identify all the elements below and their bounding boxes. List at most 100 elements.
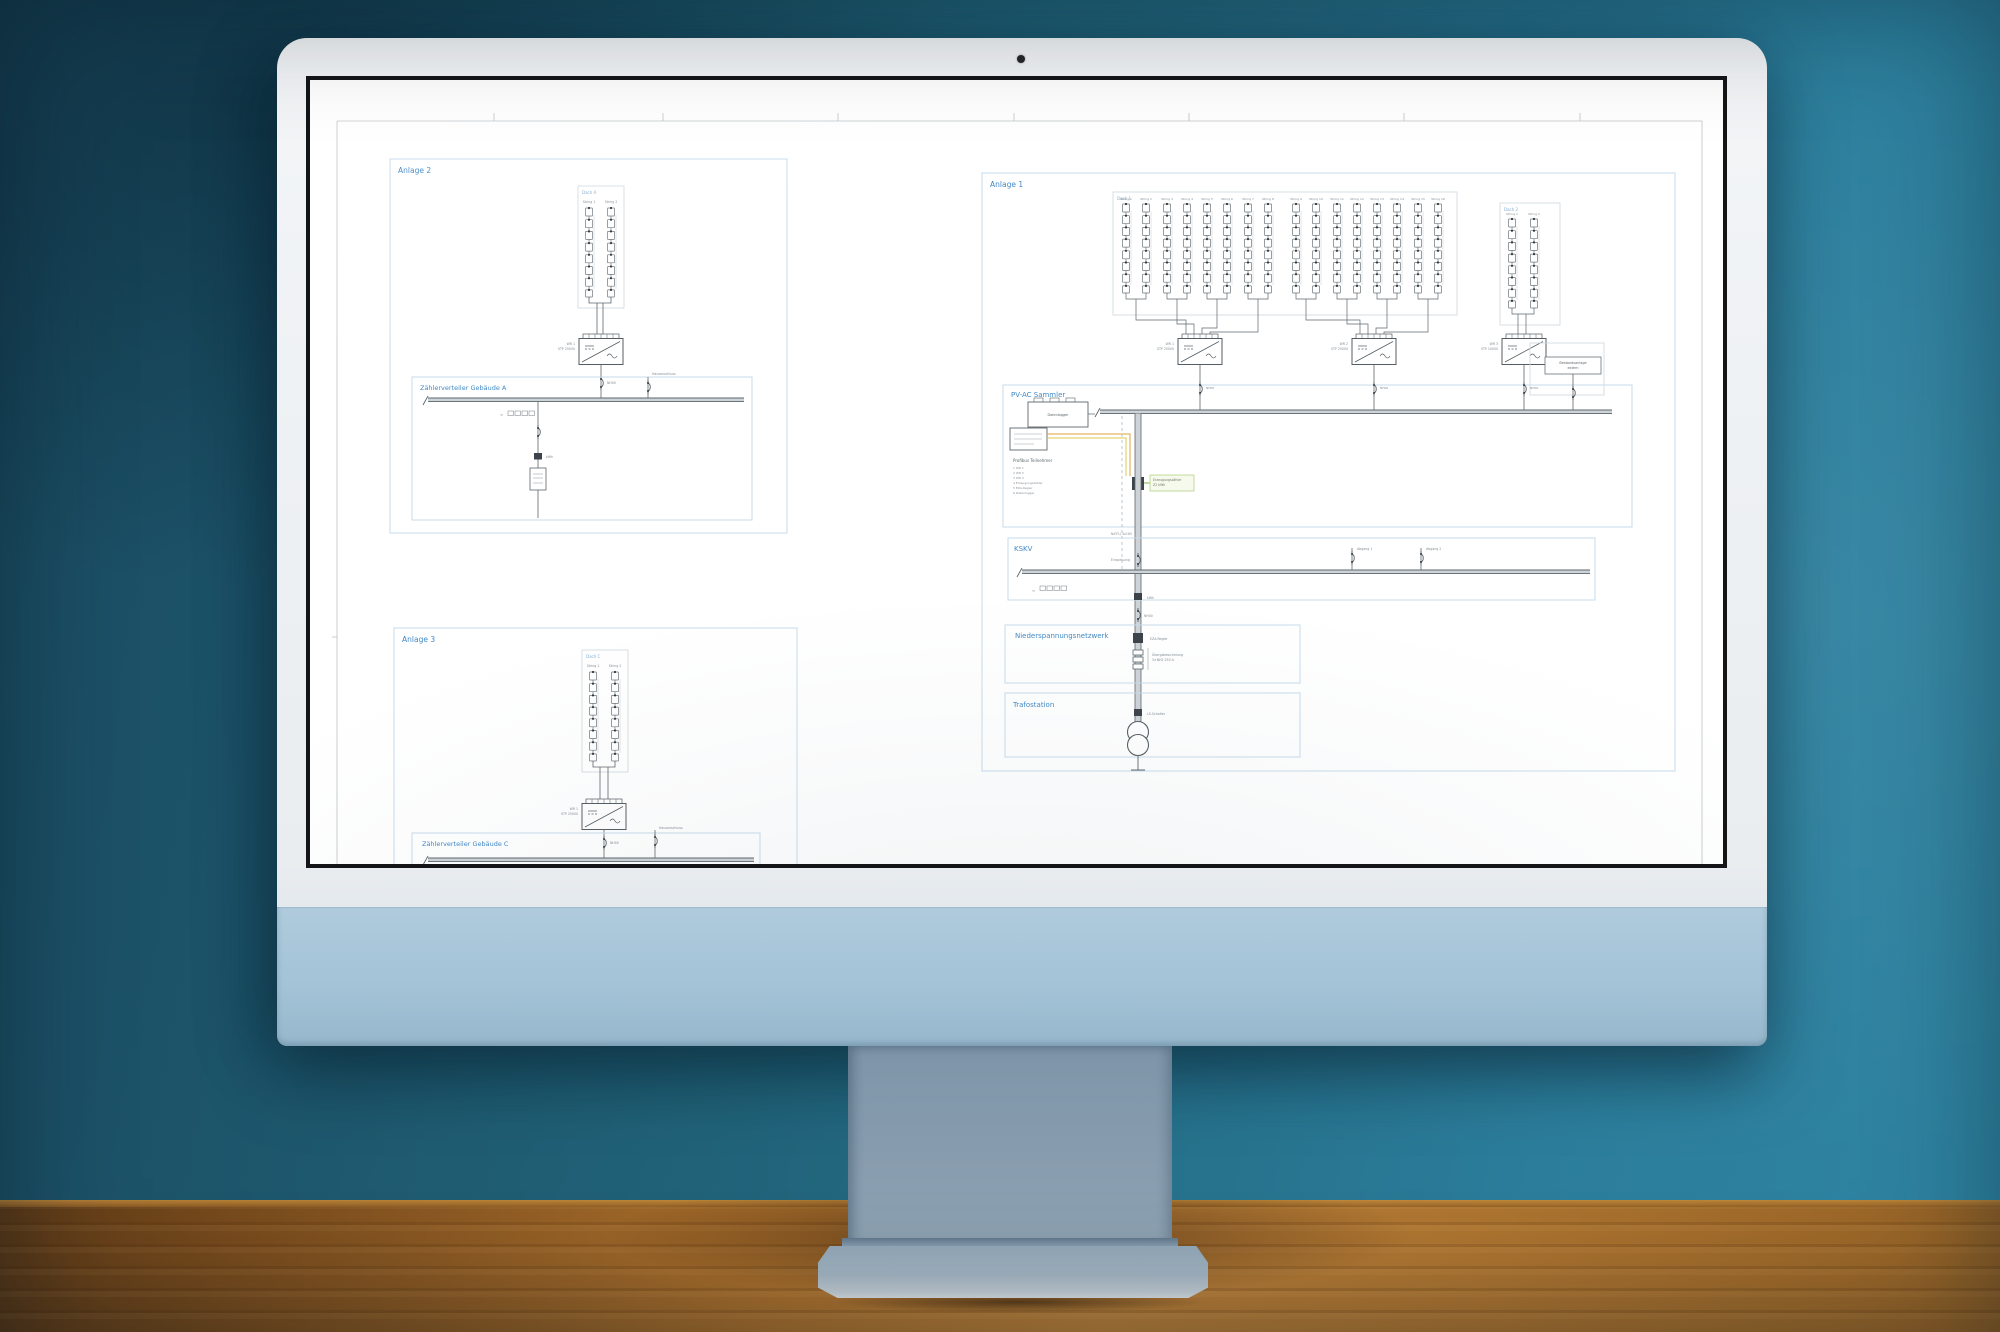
string-label: String 3 — [1161, 197, 1173, 201]
inverter-name: WR 2 — [1340, 342, 1348, 346]
string-label: String 6 — [1221, 197, 1233, 201]
webcam-dot — [1017, 55, 1025, 63]
comm-wire-yellow — [1047, 438, 1126, 476]
gen-meter-label-2: Z2 kWh — [1153, 483, 1165, 487]
pv-string-chain — [1394, 203, 1403, 293]
breaker-symbol — [1199, 382, 1202, 396]
pv-string-chain — [1374, 203, 1383, 293]
breaker-symbol — [603, 836, 606, 850]
string-label: String 7 — [1242, 197, 1254, 201]
meter-label: kWh — [1147, 596, 1154, 600]
pv-string-chain — [1313, 203, 1322, 293]
fuse-label-1: Übergabesicherung — [1152, 652, 1183, 657]
anlage-2-board: Zählerverteiler Gebäude A Hausanschluss … — [412, 372, 752, 520]
string-label: String 16 — [1431, 197, 1445, 201]
anlage-2-title: Anlage 2 — [398, 166, 431, 175]
meter-label: kWh — [546, 455, 553, 459]
anlage-2-dc-wiring — [589, 297, 611, 334]
pv-string-chain — [1509, 218, 1518, 308]
trafo-title: Trafostation — [1012, 701, 1054, 709]
anlage-1-title: Anlage 1 — [990, 180, 1023, 189]
fuse-label-2: 3×NH2 250 A — [1152, 658, 1175, 662]
inverter-name: WR 3 — [1490, 342, 1498, 346]
outgoing-label: Abgang 1 — [1357, 547, 1372, 551]
main-feeder — [1135, 414, 1141, 725]
breaker-label: NH00 — [607, 381, 616, 385]
lv-title: Niederspannungsnetzwerk — [1015, 632, 1109, 640]
anlage-3-title: Anlage 3 — [402, 635, 435, 644]
pv-string-chain — [1293, 203, 1302, 293]
board-title: Zählerverteiler Gebäude C — [422, 840, 509, 848]
feed-label: Hausanschluss — [652, 372, 676, 376]
pv-string-chain — [1265, 203, 1274, 293]
roof-label: Dach C — [586, 654, 601, 659]
string-label: String 9 — [1290, 197, 1302, 201]
anlage-1-roof1-box: Dach 1 String 1 String 2 String 3 String… — [1113, 192, 1457, 315]
kskv-title: KSKV — [1014, 545, 1033, 553]
feeder-cable-label: NAYY-J 4x185 — [1111, 532, 1132, 536]
anlage-1-region: Anlage 1 Dach 1 String 1 String 2 String… — [982, 173, 1675, 771]
transformer-symbol — [1128, 735, 1149, 756]
breaker-label: NH00 — [1380, 386, 1388, 390]
busbar — [428, 398, 744, 402]
string-label: String 10 — [1309, 197, 1323, 201]
trafo-section: Trafostation LS-Schalter — [1005, 693, 1300, 770]
breaker-symbol — [1373, 382, 1376, 396]
roof-label: Dach A — [582, 190, 597, 195]
pv-string-chain — [590, 671, 599, 761]
breaker-label: NH00 — [1530, 386, 1538, 390]
bus-marks: ≈ — [500, 412, 503, 417]
breaker-symbol — [1420, 551, 1423, 565]
busbar — [1022, 570, 1590, 574]
pv-string-chain — [1184, 203, 1193, 293]
string-label: String 2 — [605, 200, 618, 204]
gen-meter-label-1: Erzeugungszähler — [1153, 478, 1182, 482]
profibus-heading: Profibus Teilnehmer — [1013, 458, 1053, 463]
breaker-symbol — [654, 834, 657, 848]
feed-label: Hausanschluss — [659, 826, 683, 830]
anlage-3-roof-box: Dach C String 1 String 2 — [582, 650, 628, 772]
cad-canvas[interactable]: Anlage 2 Dach A String 1 String 2 WR 1 — [310, 80, 1723, 864]
legend-item: 1 WR 1 — [1013, 466, 1024, 470]
imac-screen: Anlage 2 Dach A String 1 String 2 WR 1 — [306, 76, 1727, 868]
breaker-label: NH00 — [610, 841, 619, 845]
pv-string-chain — [1204, 203, 1213, 293]
breaker-symbol — [537, 425, 540, 439]
string-label: String 12 — [1350, 197, 1364, 201]
string-label: String 2 — [1528, 212, 1540, 216]
pv-string-chain — [1354, 203, 1363, 293]
string-label: String 1 — [1506, 212, 1518, 216]
pv-string-chain — [608, 207, 617, 297]
kskv-section: KSKV Einspeisung ≈ Abgang 1 Abgang 2 — [1008, 538, 1595, 600]
legend-item: 4 Erzeugungszähler — [1013, 481, 1043, 485]
string-label: String 1 — [587, 664, 600, 668]
legend-item: 5 EZA-Regler — [1013, 486, 1033, 490]
breaker-label: NH00 — [1144, 614, 1153, 618]
anlage-1-dc-wiring — [1126, 293, 1534, 338]
anlage-2-roof-box: Dach A String 1 String 2 — [578, 186, 624, 308]
inverter-model: STP 25000 — [1157, 347, 1174, 351]
board-title: Zählerverteiler Gebäude A — [420, 384, 507, 392]
inverter-symbol — [582, 799, 626, 830]
inverter-model: STP 25000 — [1331, 347, 1348, 351]
string-label: String 1 — [583, 200, 596, 204]
pv-string-chain — [1164, 203, 1173, 293]
anlage-3-board: Zählerverteiler Gebäude C Hausanschluss — [412, 826, 760, 864]
string-label: String 2 — [609, 664, 622, 668]
photo-scene: Anlage 2 Dach A String 1 String 2 WR 1 — [0, 0, 2000, 1332]
external-label-2: extern — [1568, 366, 1579, 370]
outgoing-label: Abgang 2 — [1426, 547, 1441, 551]
string-label: String 14 — [1390, 197, 1404, 201]
pv-string-chain — [586, 207, 595, 297]
string-label: String 1 — [1120, 197, 1132, 201]
inverter-symbol — [579, 334, 623, 365]
anlage-3-region: Anlage 3 Dach C String 1 String 2 WR 1 S… — [394, 628, 797, 864]
imac-chin — [277, 907, 1767, 1046]
inverter-model: STP 25000 — [561, 812, 578, 816]
imac-body: Anlage 2 Dach A String 1 String 2 WR 1 — [277, 38, 1767, 1046]
comm-wire-orange — [1047, 434, 1130, 476]
pv-string-chain — [1531, 218, 1540, 308]
anlage-1-roof2-box: Dach 2 String 1 String 2 — [1500, 203, 1560, 325]
bus-marks: ≈ — [1032, 588, 1035, 593]
breaker-symbol — [1523, 382, 1526, 396]
